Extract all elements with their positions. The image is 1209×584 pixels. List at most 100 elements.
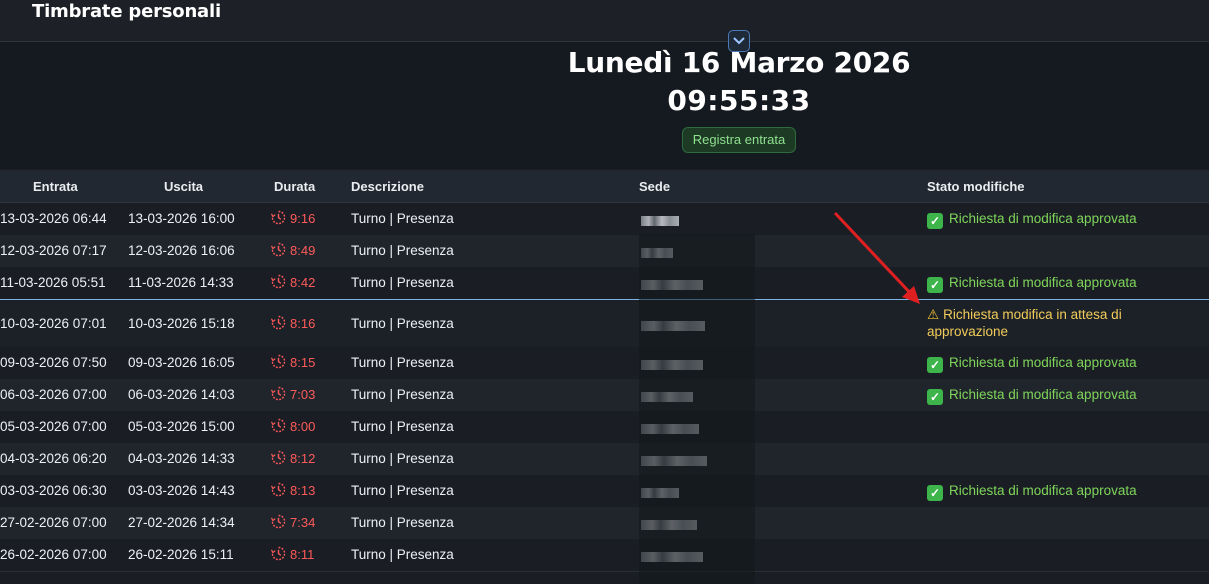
cell-uscita: 12-03-2026 16:06 xyxy=(128,243,235,258)
cell-entrata: 26-02-2026 07:00 xyxy=(0,547,107,562)
cell-uscita: 27-02-2026 14:34 xyxy=(128,515,235,530)
cell-descrizione: Turno | Presenza xyxy=(351,316,454,331)
cell-descrizione: Turno | Presenza xyxy=(351,451,454,466)
clock-history-icon xyxy=(270,514,286,529)
cell-durata: 8:15 xyxy=(270,354,316,370)
cell-durata: 8:16 xyxy=(270,315,316,331)
duration-value: 8:16 xyxy=(290,316,316,331)
cell-uscita: 11-03-2026 14:33 xyxy=(128,275,234,290)
duration-value: 8:13 xyxy=(290,483,316,498)
cell-descrizione: Turno | Presenza xyxy=(351,275,454,290)
cell-entrata: 05-03-2026 07:00 xyxy=(0,419,107,434)
warning-icon: ⚠ xyxy=(927,307,940,322)
status-approved: ✓ Richiesta di modifica approvata xyxy=(927,387,1137,405)
table-row[interactable]: 09-03-2026 07:50 09-03-2026 16:05 8:15 Turn… xyxy=(0,347,1209,380)
status-text: Richiesta di modifica approvata xyxy=(949,211,1137,226)
clock-history-icon xyxy=(270,546,286,561)
collapse-toggle-button[interactable] xyxy=(728,30,750,52)
duration-value: 8:42 xyxy=(290,275,316,290)
cell-durata: 8:12 xyxy=(270,450,315,466)
cell-descrizione: Turno | Presenza xyxy=(351,547,454,562)
duration-value: 7:03 xyxy=(290,387,316,402)
check-box-icon: ✓ xyxy=(927,485,943,501)
status-approved: ✓ Richiesta di modifica approvata xyxy=(927,355,1137,373)
column-header-entrata[interactable]: Entrata xyxy=(33,179,78,194)
check-box-icon: ✓ xyxy=(927,389,943,405)
cell-descrizione: Turno | Presenza xyxy=(351,483,454,498)
clock-history-icon xyxy=(270,274,286,289)
cell-entrata: 03-03-2026 06:30 xyxy=(0,483,107,498)
cell-uscita: 06-03-2026 14:03 xyxy=(128,387,235,402)
status-text: Richiesta di modifica approvata xyxy=(949,275,1137,290)
clock-history-icon xyxy=(270,482,286,497)
page-title: Timbrate personali xyxy=(32,1,221,22)
cell-descrizione: Turno | Presenza xyxy=(351,387,454,402)
duration-value: 8:49 xyxy=(290,243,316,258)
clock-history-icon xyxy=(270,386,286,401)
column-header-uscita[interactable]: Uscita xyxy=(164,179,203,194)
clock-history-icon xyxy=(270,354,286,369)
cell-descrizione: Turno | Presenza xyxy=(351,243,454,258)
cell-uscita: 03-03-2026 14:43 xyxy=(128,483,235,498)
table-header: Entrata Uscita Durata Descrizione Sede S… xyxy=(0,170,1209,203)
cell-durata: 7:03 xyxy=(270,386,316,402)
status-text: Richiesta di modifica approvata xyxy=(949,355,1137,370)
cell-durata: 9:16 xyxy=(270,210,316,226)
cell-uscita: 04-03-2026 14:33 xyxy=(128,451,235,466)
cell-descrizione: Turno | Presenza xyxy=(351,211,454,226)
status-approved: ✓ Richiesta di modifica approvata xyxy=(927,275,1137,293)
current-time: 09:55:33 xyxy=(667,84,811,117)
table-row[interactable]: 12-03-2026 07:17 12-03-2026 16:06 8:49 Turn… xyxy=(0,235,1209,268)
cell-durata: 8:11 xyxy=(270,546,315,562)
chevron-down-icon xyxy=(733,37,745,45)
redacted-sede-column xyxy=(639,234,755,584)
cell-entrata: 13-03-2026 06:44 xyxy=(0,211,107,226)
cell-entrata: 04-03-2026 06:20 xyxy=(0,451,107,466)
table-row[interactable]: 11-03-2026 05:51 11-03-2026 14:33 8:42 Turn… xyxy=(0,267,1209,300)
cell-descrizione: Turno | Presenza xyxy=(351,355,454,370)
cell-durata: 8:00 xyxy=(270,418,316,434)
clock-history-icon xyxy=(270,210,286,225)
check-box-icon: ✓ xyxy=(927,277,943,293)
column-header-descrizione[interactable]: Descrizione xyxy=(351,179,424,194)
cell-uscita: 13-03-2026 16:00 xyxy=(128,211,235,226)
cell-durata: 8:13 xyxy=(270,482,316,498)
table-row[interactable]: 27-02-2026 07:00 27-02-2026 14:34 7:34 Turn… xyxy=(0,507,1209,540)
current-date: Lunedì 16 Marzo 2026 xyxy=(567,46,911,79)
cell-durata: 7:34 xyxy=(270,514,316,530)
table-row[interactable]: 05-03-2026 07:00 05-03-2026 15:00 8:00 Turn… xyxy=(0,411,1209,444)
table-row[interactable]: 03-03-2026 06:30 03-03-2026 14:43 8:13 Turn… xyxy=(0,475,1209,508)
clock-history-icon xyxy=(270,450,286,465)
table-row[interactable]: 26-02-2026 07:00 26-02-2026 15:11 8:11 Turn… xyxy=(0,539,1209,572)
table-row[interactable]: 10-03-2026 07:01 10-03-2026 15:18 8:16 Turn… xyxy=(0,299,1209,348)
cell-durata: 8:49 xyxy=(270,242,316,258)
duration-value: 8:15 xyxy=(290,355,316,370)
cell-descrizione: Turno | Presenza xyxy=(351,419,454,434)
cell-uscita: 10-03-2026 15:18 xyxy=(128,316,235,331)
duration-value: 7:34 xyxy=(290,515,316,530)
cell-uscita: 09-03-2026 16:05 xyxy=(128,355,235,370)
clock-history-icon xyxy=(270,242,286,257)
cell-entrata: 27-02-2026 07:00 xyxy=(0,515,107,530)
check-box-icon: ✓ xyxy=(927,357,943,373)
cell-entrata: 11-03-2026 05:51 xyxy=(0,275,106,290)
table-row[interactable]: 06-03-2026 07:00 06-03-2026 14:03 7:03 Turn… xyxy=(0,379,1209,412)
register-entry-button[interactable]: Registra entrata xyxy=(682,127,796,153)
duration-value: 8:00 xyxy=(290,419,316,434)
column-header-durata[interactable]: Durata xyxy=(274,179,315,194)
cell-sede-redacted xyxy=(641,216,679,226)
cell-entrata: 10-03-2026 07:01 xyxy=(0,316,107,331)
cell-descrizione: Turno | Presenza xyxy=(351,515,454,530)
cell-entrata: 09-03-2026 07:50 xyxy=(0,355,107,370)
cell-uscita: 05-03-2026 15:00 xyxy=(128,419,235,434)
cell-entrata: 06-03-2026 07:00 xyxy=(0,387,107,402)
top-bar: Timbrate personali xyxy=(0,0,1209,42)
cell-durata: 8:42 xyxy=(270,274,316,290)
status-approved: ✓ Richiesta di modifica approvata xyxy=(927,211,1137,229)
table-row[interactable]: 04-03-2026 06:20 04-03-2026 14:33 8:12 Turn… xyxy=(0,443,1209,476)
table-row[interactable]: 13-03-2026 06:44 13-03-2026 16:00 9:16 Turn… xyxy=(0,203,1209,236)
column-header-stato[interactable]: Stato modifiche xyxy=(927,179,1025,194)
column-header-sede[interactable]: Sede xyxy=(639,179,670,194)
duration-value: 8:11 xyxy=(290,547,315,562)
duration-value: 9:16 xyxy=(290,211,316,226)
